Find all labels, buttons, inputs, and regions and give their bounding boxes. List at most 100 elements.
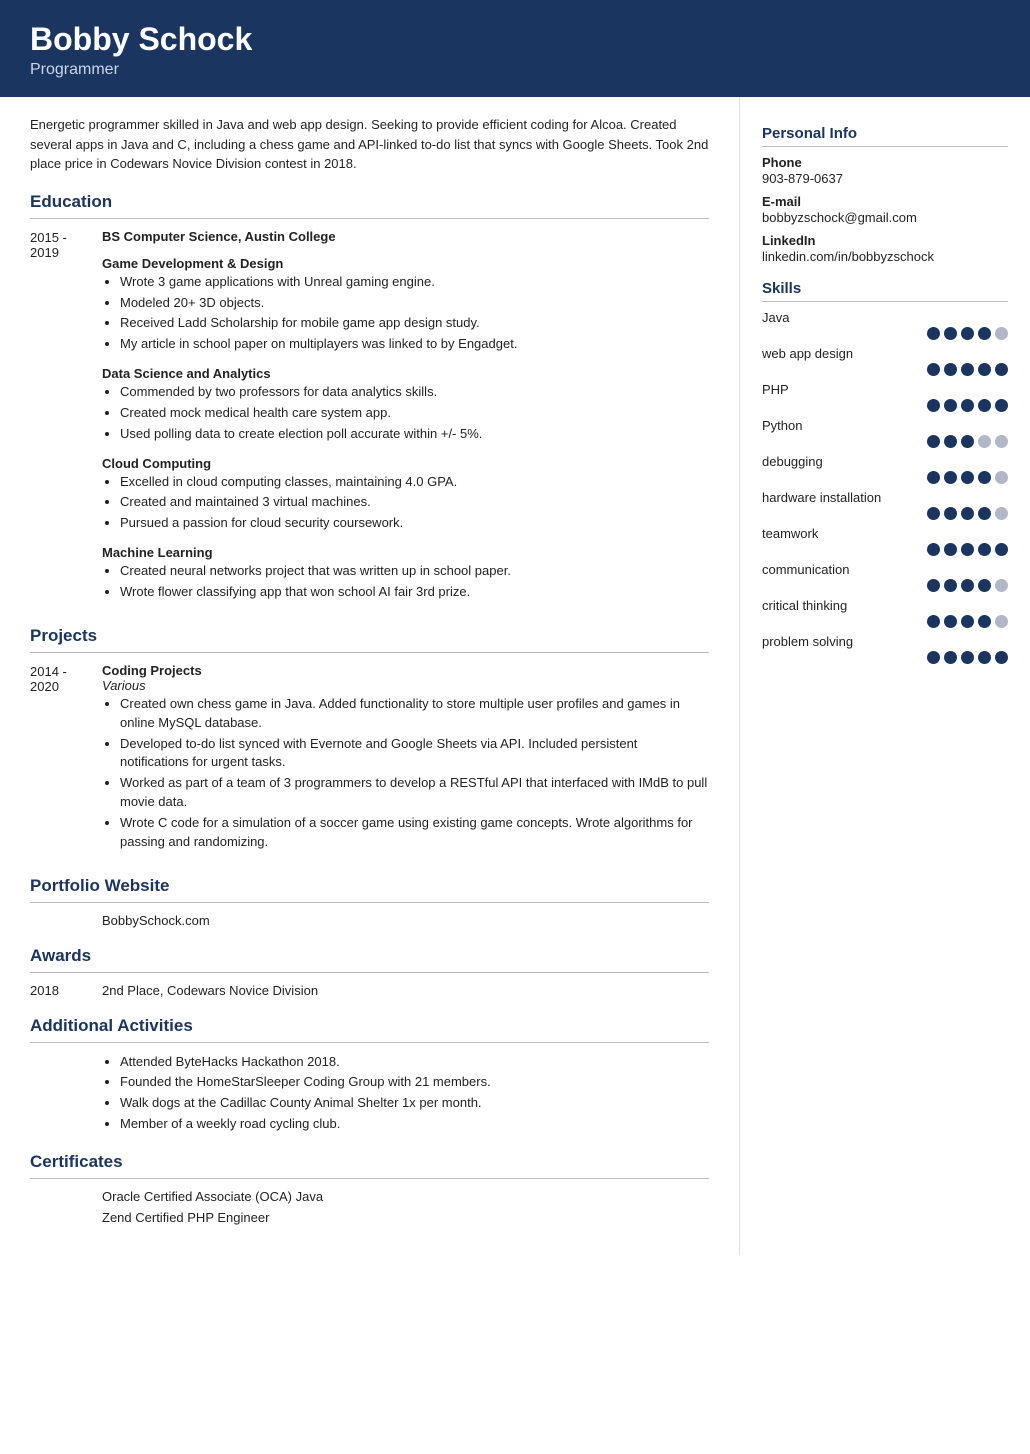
skill-dot-filled (927, 327, 940, 340)
activity-bullet: Walk dogs at the Cadillac County Animal … (120, 1094, 709, 1113)
edu-sub-2: Data Science and Analytics (102, 366, 709, 381)
certificates-section-title: Certificates (30, 1152, 709, 1172)
skill-dot-filled (978, 615, 991, 628)
edu-bullet: Used polling data to create election pol… (120, 425, 709, 444)
edu-bullet: Pursued a passion for cloud security cou… (120, 514, 709, 533)
skill-dot-filled (961, 579, 974, 592)
skill-dot-filled (944, 651, 957, 664)
skill-dots (762, 543, 1008, 556)
skill-name: Python (762, 418, 1008, 433)
skill-dot-filled (927, 507, 940, 520)
linkedin-label: LinkedIn (762, 233, 1008, 248)
proj-dates: 2014 -2020 (30, 663, 102, 858)
skill-dot-empty (995, 471, 1008, 484)
award-entry: 2018 2nd Place, Codewars Novice Division (30, 983, 709, 998)
skill-dot-filled (961, 543, 974, 556)
activity-bullet: Attended ByteHacks Hackathon 2018. (120, 1053, 709, 1072)
certificates-divider (30, 1178, 709, 1179)
header-title: Programmer (30, 61, 1000, 79)
edu-bullets-2: Commended by two professors for data ana… (120, 383, 709, 444)
skill-row: Java (762, 310, 1008, 340)
skill-dot-filled (978, 471, 991, 484)
skill-dot-filled (944, 399, 957, 412)
activity-bullet: Founded the HomeStarSleeper Coding Group… (120, 1073, 709, 1092)
header-name: Bobby Schock (30, 22, 1000, 57)
edu-dates: 2015 -2019 (30, 229, 102, 608)
skill-dot-filled (961, 507, 974, 520)
proj-bullet: Worked as part of a team of 3 programmer… (120, 774, 709, 812)
edu-content: BS Computer Science, Austin College Game… (102, 229, 709, 608)
skill-dot-empty (995, 435, 1008, 448)
skill-dot-filled (978, 399, 991, 412)
skill-row: communication (762, 562, 1008, 592)
edu-bullet: Wrote flower classifying app that won sc… (120, 583, 709, 602)
skill-row: teamwork (762, 526, 1008, 556)
skill-dots (762, 327, 1008, 340)
skill-name: communication (762, 562, 1008, 577)
skill-dots (762, 471, 1008, 484)
activities-bullets: Attended ByteHacks Hackathon 2018. Found… (120, 1053, 709, 1134)
projects-divider (30, 652, 709, 653)
skill-dots (762, 579, 1008, 592)
skill-dot-filled (978, 363, 991, 376)
skill-name: problem solving (762, 634, 1008, 649)
skill-name: PHP (762, 382, 1008, 397)
portfolio-divider (30, 902, 709, 903)
edu-sub-4: Machine Learning (102, 545, 709, 560)
edu-bullet: Excelled in cloud computing classes, mai… (120, 473, 709, 492)
skill-dots (762, 435, 1008, 448)
award-value: 2nd Place, Codewars Novice Division (102, 983, 318, 998)
skill-row: web app design (762, 346, 1008, 376)
skill-name: critical thinking (762, 598, 1008, 613)
skill-dot-filled (927, 651, 940, 664)
skill-dot-filled (978, 543, 991, 556)
skill-dot-filled (927, 399, 940, 412)
skill-name: Java (762, 310, 1008, 325)
skill-dots (762, 651, 1008, 664)
education-entry: 2015 -2019 BS Computer Science, Austin C… (30, 229, 709, 608)
edu-sub-1: Game Development & Design (102, 256, 709, 271)
skill-dot-filled (944, 471, 957, 484)
main-layout: Energetic programmer skilled in Java and… (0, 97, 1030, 1255)
portfolio-value: BobbySchock.com (102, 913, 709, 928)
skill-dots (762, 363, 1008, 376)
edu-institution: BS Computer Science, Austin College (102, 229, 709, 244)
skill-dot-filled (927, 363, 940, 376)
skill-dot-filled (961, 399, 974, 412)
skill-dots (762, 399, 1008, 412)
email-value: bobbyzschock@gmail.com (762, 210, 1008, 225)
skill-name: web app design (762, 346, 1008, 361)
activity-bullet: Member of a weekly road cycling club. (120, 1115, 709, 1134)
awards-section-title: Awards (30, 946, 709, 966)
edu-bullet: Created neural networks project that was… (120, 562, 709, 581)
proj-bullet: Created own chess game in Java. Added fu… (120, 695, 709, 733)
edu-bullet: Received Ladd Scholarship for mobile gam… (120, 314, 709, 333)
personal-info-divider (762, 146, 1008, 147)
edu-bullet: Commended by two professors for data ana… (120, 383, 709, 402)
phone-label: Phone (762, 155, 1008, 170)
edu-bullet: Modeled 20+ 3D objects. (120, 294, 709, 313)
phone-value: 903-879-0637 (762, 171, 1008, 186)
proj-bullet: Developed to-do list synced with Evernot… (120, 735, 709, 773)
skill-name: hardware installation (762, 490, 1008, 505)
skill-row: problem solving (762, 634, 1008, 664)
skill-dots (762, 507, 1008, 520)
proj-bullets: Created own chess game in Java. Added fu… (120, 695, 709, 852)
skill-dot-empty (995, 579, 1008, 592)
proj-title: Coding Projects (102, 663, 709, 678)
skill-dot-filled (944, 615, 957, 628)
skill-dot-filled (961, 363, 974, 376)
skill-dot-empty (995, 327, 1008, 340)
skill-dot-filled (978, 327, 991, 340)
skill-dot-filled (978, 579, 991, 592)
award-year: 2018 (30, 983, 102, 998)
skill-dot-filled (995, 363, 1008, 376)
skill-dot-filled (961, 327, 974, 340)
skill-row: critical thinking (762, 598, 1008, 628)
skill-row: PHP (762, 382, 1008, 412)
certificate-2: Zend Certified PHP Engineer (102, 1210, 709, 1225)
skill-dot-filled (995, 651, 1008, 664)
email-label: E-mail (762, 194, 1008, 209)
edu-bullet: Created and maintained 3 virtual machine… (120, 493, 709, 512)
portfolio-section-title: Portfolio Website (30, 876, 709, 896)
